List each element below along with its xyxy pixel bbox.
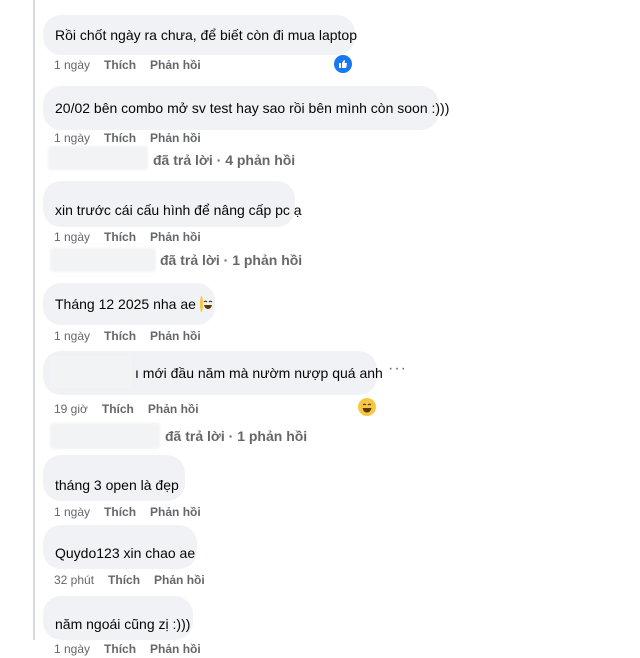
blurred-avatar-name (48, 146, 148, 170)
haha-icon[interactable] (358, 398, 376, 416)
thread-line (33, 0, 35, 640)
comment-text: Quydo123 xin chao ae (55, 545, 196, 561)
comment-actions: 1 ngày Thích Phản hồi (54, 329, 201, 343)
reply-button[interactable]: Phản hồi (150, 131, 201, 145)
reply-button[interactable]: Phản hồi (150, 642, 201, 656)
view-replies-link[interactable]: đã trả lời · 4 phản hồi (153, 152, 295, 168)
comment-bubble: 20/02 bên combo mở sv test hay sao rồi b… (43, 86, 449, 130)
comment-text: 20/02 bên combo mở sv test hay sao rồi b… (55, 100, 450, 116)
comment-time[interactable]: 32 phút (54, 573, 94, 587)
comment-actions: 32 phút Thích Phản hồi (54, 573, 205, 587)
comment-time[interactable]: 1 ngày (54, 505, 90, 519)
like-button[interactable]: Thích (102, 402, 134, 416)
comment-actions: 1 ngày Thích Phản hồi (54, 131, 201, 145)
reply-button[interactable]: Phản hồi (148, 402, 199, 416)
comment-actions: 1 ngày Thích Phản hồi (54, 642, 201, 656)
laughing-emoji (199, 296, 213, 312)
comment-text: năm ngoái cũng zị :))) (55, 616, 191, 632)
blurred-avatar-name (50, 423, 160, 449)
like-icon[interactable] (334, 55, 352, 73)
comment-bubble: Quydo123 xin chao ae (43, 525, 197, 569)
view-replies-link[interactable]: đã trả lời · 1 phản hồi (165, 428, 307, 444)
comment-bubble: Tháng 12 2025 nha ae (43, 283, 215, 325)
reply-button[interactable]: Phản hồi (150, 505, 201, 519)
comment-bubble: tháng 3 open là đẹp (43, 455, 185, 501)
like-button[interactable]: Thích (104, 642, 136, 656)
comment-time[interactable]: 1 ngày (54, 329, 90, 343)
comment-time[interactable]: 19 giờ (54, 402, 88, 416)
reply-button[interactable]: Phản hồi (150, 58, 201, 72)
reply-button[interactable]: Phản hồi (154, 573, 205, 587)
comment-text: ı mới đầu năm mà nườm nượp quá anh (135, 365, 383, 381)
comment-text: xin trước cái cấu hình để nâng cấp pc ạ (55, 202, 302, 218)
like-button[interactable]: Thích (108, 573, 140, 587)
comment-time[interactable]: 1 ngày (54, 642, 90, 656)
comment-text: Tháng 12 2025 nha ae (55, 296, 196, 312)
like-button[interactable]: Thích (104, 329, 136, 343)
comment-actions: 1 ngày Thích Phản hồi (54, 230, 201, 244)
like-button[interactable]: Thích (104, 505, 136, 519)
view-replies-link[interactable]: đã trả lời · 1 phản hồi (160, 252, 302, 268)
comment-actions: 1 ngày Thích Phản hồi (54, 505, 201, 519)
comment-actions: 19 giờ Thích Phản hồi (54, 402, 199, 416)
comment-text: tháng 3 open là đẹp (55, 477, 179, 493)
reply-button[interactable]: Phản hồi (150, 230, 201, 244)
comment-text: Rồi chốt ngày ra chưa, để biết còn đi mu… (55, 27, 357, 43)
comment-time[interactable]: 1 ngày (54, 58, 90, 72)
comment-bubble: xin trước cái cấu hình để nâng cấp pc ạ (43, 181, 302, 227)
like-button[interactable]: Thích (104, 131, 136, 145)
reply-button[interactable]: Phản hồi (150, 329, 201, 343)
more-options-button[interactable]: ··· (388, 360, 407, 378)
comment-actions: 1 ngày Thích Phản hồi (54, 58, 201, 72)
blurred-commenter-name (50, 356, 132, 388)
like-button[interactable]: Thích (104, 230, 136, 244)
like-button[interactable]: Thích (104, 58, 136, 72)
comment-bubble: năm ngoái cũng zị :))) (43, 596, 193, 640)
comment-time[interactable]: 1 ngày (54, 230, 90, 244)
comment-bubble: Rồi chốt ngày ra chưa, để biết còn đi mu… (43, 15, 357, 55)
comment-time[interactable]: 1 ngày (54, 131, 90, 145)
blurred-avatar-name (50, 248, 156, 272)
